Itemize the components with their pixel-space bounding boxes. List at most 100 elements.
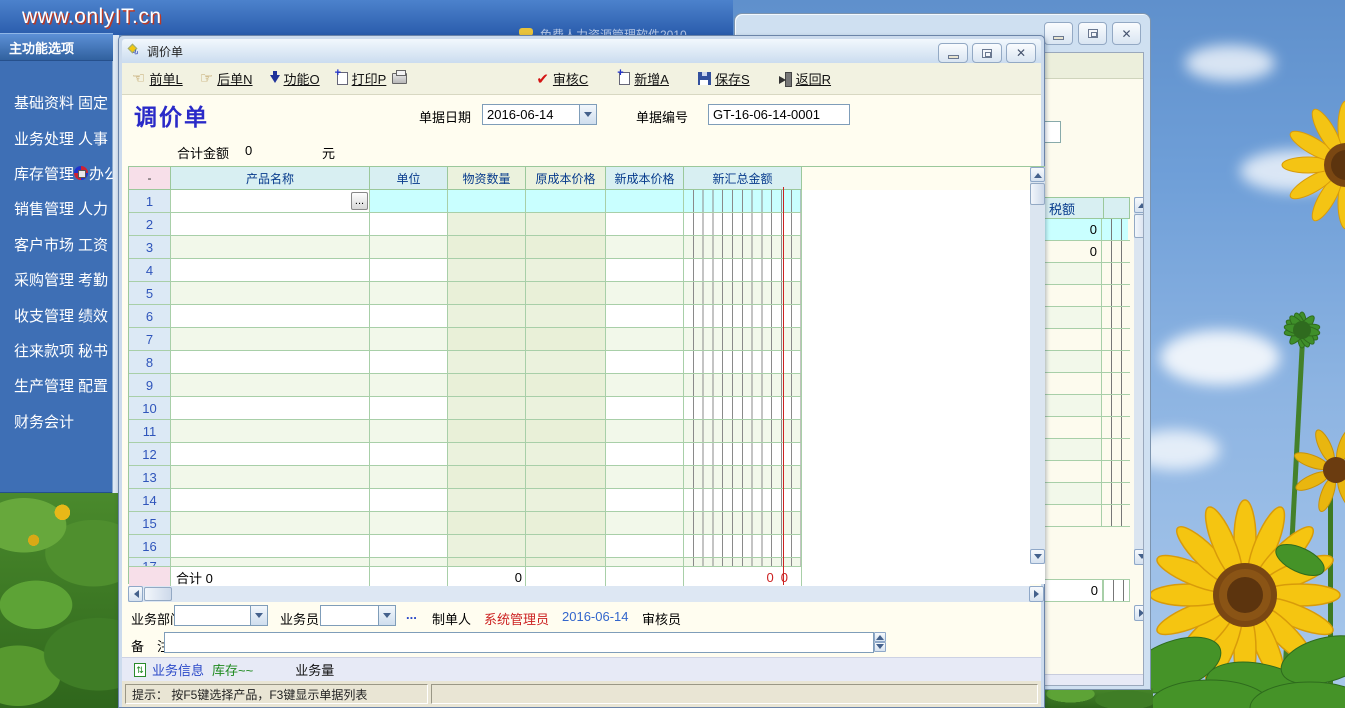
scroll-right-button[interactable] — [1029, 586, 1044, 602]
product-name-cell[interactable]: ... — [171, 236, 370, 259]
grid-row[interactable]: 12 ... — [129, 443, 1045, 466]
old-price-cell[interactable] — [526, 328, 606, 351]
new-price-cell[interactable] — [606, 489, 684, 512]
product-name-cell[interactable]: ... — [171, 466, 370, 489]
clerk-combobox[interactable] — [320, 605, 396, 626]
amount-cell[interactable] — [684, 443, 802, 466]
unit-cell[interactable] — [370, 397, 448, 420]
old-price-cell[interactable] — [526, 259, 606, 282]
prev-doc-button[interactable]: ☜前单L — [132, 69, 183, 88]
qty-cell[interactable] — [448, 443, 526, 466]
dialog-title-bar[interactable]: » 调价单 — [122, 39, 1041, 63]
sidebar-item-right-6[interactable]: 考勤 — [78, 269, 108, 290]
tax-cell[interactable]: 0 — [1042, 241, 1102, 262]
col-header-new-price[interactable]: 新成本价格 — [606, 167, 684, 190]
scroll-right-button[interactable] — [1134, 605, 1144, 621]
scroll-up-button[interactable] — [1030, 167, 1045, 182]
grid-horizontal-scrollbar[interactable] — [128, 586, 1044, 602]
sidebar-item-7[interactable]: 收支管理 — [0, 305, 78, 326]
old-price-cell[interactable] — [526, 282, 606, 305]
sidebar-item-right-5[interactable]: 工资 — [78, 234, 108, 255]
old-price-cell[interactable] — [526, 466, 606, 489]
old-price-cell[interactable] — [526, 374, 606, 397]
grid-row[interactable]: 6 ... — [129, 305, 1045, 328]
close-button[interactable]: ✕ — [1112, 22, 1141, 45]
spin-up-button[interactable] — [874, 632, 886, 642]
amount-cell[interactable] — [684, 305, 802, 328]
row-number-cell[interactable]: 15 — [129, 512, 171, 535]
amount-cell[interactable] — [684, 236, 802, 259]
sidebar-item-right-2[interactable]: 人事 — [78, 128, 108, 149]
new-price-cell[interactable] — [606, 351, 684, 374]
sidebar-item-6[interactable]: 采购管理 — [0, 269, 78, 290]
col-header-product[interactable]: 产品名称 — [171, 167, 370, 190]
save-button[interactable]: 保存S — [698, 69, 750, 88]
add-button[interactable]: 新增A — [619, 69, 669, 88]
grid-row[interactable]: 14 ... — [129, 489, 1045, 512]
row-number-cell[interactable]: 10 — [129, 397, 171, 420]
col-header-old-price[interactable]: 原成本价格 — [526, 167, 606, 190]
background-vertical-scrollbar[interactable] — [1134, 197, 1144, 565]
minimize-button[interactable] — [938, 43, 968, 63]
unit-cell[interactable] — [370, 443, 448, 466]
business-info-link[interactable]: 业务信息 — [152, 660, 204, 679]
grid-row[interactable]: 1 ... — [129, 190, 1045, 213]
qty-cell[interactable] — [448, 282, 526, 305]
close-button[interactable]: ✕ — [1006, 43, 1036, 63]
qty-cell[interactable] — [448, 351, 526, 374]
amount-cell[interactable] — [684, 489, 802, 512]
row-number-cell[interactable]: 4 — [129, 259, 171, 282]
new-price-cell[interactable] — [606, 213, 684, 236]
grid-row[interactable]: 8 ... — [129, 351, 1045, 374]
row-number-cell[interactable]: 8 — [129, 351, 171, 374]
col-header-unit[interactable]: 单位 — [370, 167, 448, 190]
sidebar-item-right-8[interactable]: 秘书 — [78, 340, 108, 361]
old-price-cell[interactable] — [526, 420, 606, 443]
amount-cell[interactable] — [684, 374, 802, 397]
unit-cell[interactable] — [370, 213, 448, 236]
product-name-cell[interactable]: ... — [171, 282, 370, 305]
print-button[interactable]: 打印P — [337, 69, 387, 88]
qty-cell[interactable] — [448, 466, 526, 489]
tax-cell[interactable]: 0 — [1042, 219, 1102, 240]
unit-cell[interactable] — [370, 305, 448, 328]
product-name-cell[interactable]: ... — [171, 213, 370, 236]
corner-header[interactable]: - — [129, 167, 171, 190]
col-header-amount[interactable]: 新汇总金额 — [684, 167, 802, 190]
old-price-cell[interactable] — [526, 489, 606, 512]
unit-cell[interactable] — [370, 259, 448, 282]
unit-cell[interactable] — [370, 535, 448, 558]
row-number-cell[interactable]: 11 — [129, 420, 171, 443]
unit-cell[interactable] — [370, 328, 448, 351]
new-price-cell[interactable] — [606, 535, 684, 558]
audit-button[interactable]: ✔审核C — [536, 69, 588, 88]
grid-row[interactable]: 16 ... — [129, 535, 1045, 558]
grid-row[interactable]: 5 ... — [129, 282, 1045, 305]
row-number-cell[interactable]: 1 — [129, 190, 171, 213]
tax-row[interactable]: 0 — [1042, 241, 1130, 263]
qty-cell[interactable] — [448, 535, 526, 558]
amount-cell[interactable] — [684, 213, 802, 236]
qty-cell[interactable] — [448, 397, 526, 420]
new-price-cell[interactable] — [606, 259, 684, 282]
qty-cell[interactable] — [448, 213, 526, 236]
row-number-cell[interactable]: 2 — [129, 213, 171, 236]
sidebar-item-3[interactable]: 库存管理 — [0, 163, 74, 184]
row-number-cell[interactable]: 9 — [129, 374, 171, 397]
product-name-cell[interactable]: ... — [171, 535, 370, 558]
new-price-cell[interactable] — [606, 443, 684, 466]
old-price-cell[interactable] — [526, 443, 606, 466]
grid-row[interactable]: 7 ... — [129, 328, 1045, 351]
row-number-cell[interactable]: 16 — [129, 535, 171, 558]
sidebar-item-right-3[interactable]: 办公 — [74, 163, 113, 184]
qty-cell[interactable] — [448, 305, 526, 328]
grid-row[interactable]: 11 ... — [129, 420, 1045, 443]
tax-row[interactable]: 0 — [1042, 219, 1130, 241]
row-number-cell[interactable]: 7 — [129, 328, 171, 351]
product-name-cell[interactable]: ... — [171, 420, 370, 443]
sidebar-item-right-4[interactable]: 人力 — [78, 198, 108, 219]
scroll-up-button[interactable] — [1134, 197, 1144, 213]
old-price-cell[interactable] — [526, 190, 606, 213]
old-price-cell[interactable] — [526, 213, 606, 236]
sidebar-item-9[interactable]: 生产管理 — [0, 375, 78, 396]
